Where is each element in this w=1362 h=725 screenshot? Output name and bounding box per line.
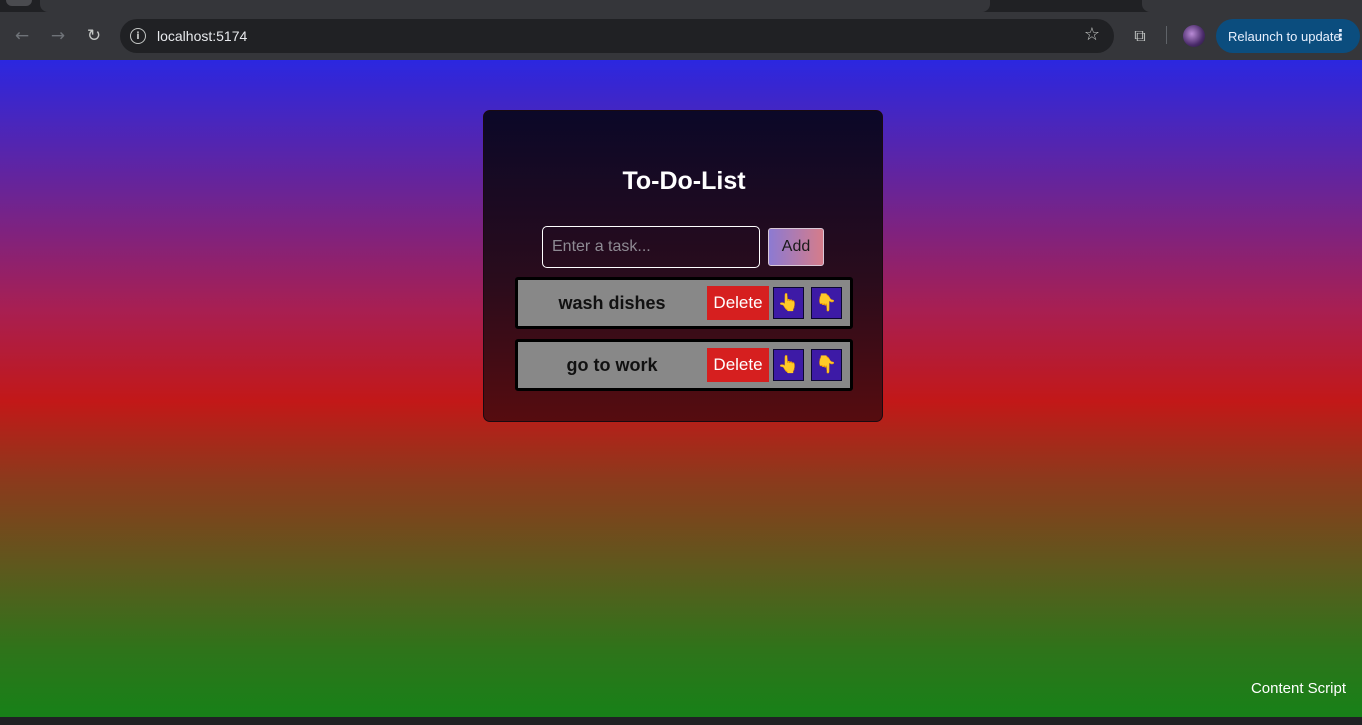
extensions-icon[interactable]: ⧉ (1130, 26, 1150, 46)
profile-avatar[interactable] (1183, 25, 1205, 47)
delete-button[interactable]: Delete (707, 286, 769, 320)
tab-strip (0, 0, 1362, 12)
move-up-icon[interactable]: 👆 (773, 287, 804, 319)
delete-button[interactable]: Delete (707, 348, 769, 382)
status-bar (0, 717, 1362, 725)
task-text: wash dishes (558, 292, 666, 313)
relaunch-button[interactable]: Relaunch to update ⋮ (1216, 19, 1360, 53)
task-item: go to work Delete 👆 👇 (515, 339, 853, 391)
reload-icon[interactable]: ↻ (82, 24, 106, 48)
move-down-icon[interactable]: 👇 (811, 349, 842, 381)
relaunch-label: Relaunch to update (1228, 28, 1341, 44)
site-info-icon[interactable]: i (130, 28, 146, 44)
move-down-icon[interactable]: 👇 (811, 287, 842, 319)
browser-toolbar: ← → ↻ i localhost:5174 ☆ ⧉ (0, 12, 1362, 60)
content-script-label: Content Script (1250, 680, 1346, 697)
browser-tab[interactable] (1142, 0, 1362, 12)
tab-search-button[interactable] (6, 0, 32, 6)
todo-card: To-Do-List Add wash dishes Delete 👆 👇 go… (483, 110, 883, 422)
task-item: wash dishes Delete 👆 👇 (515, 277, 853, 329)
forward-icon[interactable]: → (46, 24, 70, 48)
bookmark-star-icon[interactable]: ☆ (1084, 24, 1100, 45)
browser-menu-icon[interactable]: ⋮ (1333, 26, 1348, 44)
toolbar-divider (1166, 26, 1167, 44)
add-button[interactable]: Add (768, 228, 824, 266)
back-icon[interactable]: ← (10, 24, 34, 48)
task-input[interactable] (542, 226, 760, 268)
page-viewport: To-Do-List Add wash dishes Delete 👆 👇 go… (0, 60, 1362, 717)
move-up-icon[interactable]: 👆 (773, 349, 804, 381)
address-bar[interactable]: i localhost:5174 ☆ (120, 19, 1114, 53)
task-text: go to work (566, 354, 658, 375)
active-tab[interactable] (40, 0, 990, 12)
page-title: To-Do-List (622, 167, 746, 195)
url-text[interactable]: localhost:5174 (157, 28, 247, 44)
